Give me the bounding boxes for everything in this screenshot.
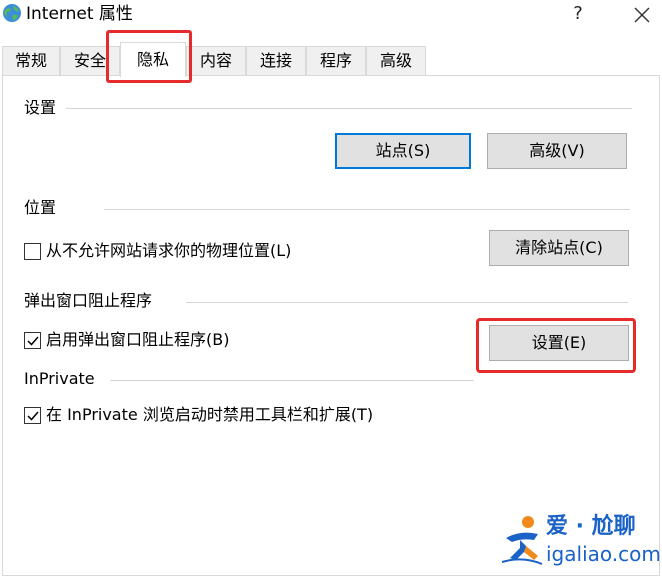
tab-strip: 常规 安全 隐私 内容 连接 程序 高级: [0, 42, 662, 77]
title-bar: Internet 属性 ?: [0, 0, 662, 36]
enable-popup-blocker-checkbox[interactable]: [24, 331, 41, 349]
help-button[interactable]: ?: [566, 2, 590, 26]
close-button[interactable]: [628, 2, 656, 28]
popup-settings-button[interactable]: 设置(E): [489, 325, 629, 361]
never-allow-location-label: 从不允许网站请求你的物理位置(L): [46, 241, 292, 260]
settings-group-divider: [66, 108, 632, 109]
watermark-logo-icon: [501, 516, 543, 565]
popup-group-label: 弹出窗口阻止程序: [24, 291, 153, 310]
internet-globe-icon: [2, 3, 22, 23]
tab-content[interactable]: 内容: [186, 46, 246, 76]
checkmark-icon: [27, 336, 39, 346]
close-icon: [634, 7, 650, 23]
inprivate-group-divider: [110, 380, 474, 381]
window-title: Internet 属性: [26, 4, 133, 24]
checkmark-icon: [27, 411, 39, 421]
tab-privacy[interactable]: 隐私: [120, 42, 186, 77]
settings-group-label: 设置: [24, 98, 57, 117]
watermark-title: 爱 · 尬聊: [546, 514, 636, 539]
sites-button[interactable]: 站点(S): [335, 133, 471, 169]
never-allow-location-row[interactable]: 从不允许网站请求你的物理位置(L): [24, 241, 291, 261]
disable-toolbars-checkbox[interactable]: [24, 406, 41, 424]
enable-popup-blocker-label: 启用弹出窗口阻止程序(B): [46, 330, 230, 349]
location-group-label: 位置: [24, 198, 57, 217]
tab-general[interactable]: 常规: [2, 46, 60, 76]
watermark: 爱 · 尬聊 igaliao.com: [498, 512, 661, 572]
popup-group-divider: [186, 302, 628, 303]
disable-toolbars-row[interactable]: 在 InPrivate 浏览启动时禁用工具栏和扩展(T): [24, 405, 373, 425]
clear-sites-button[interactable]: 清除站点(C): [489, 230, 629, 266]
tab-advanced[interactable]: 高级: [366, 46, 426, 76]
advanced-button[interactable]: 高级(V): [487, 133, 627, 169]
disable-toolbars-label: 在 InPrivate 浏览启动时禁用工具栏和扩展(T): [46, 405, 374, 424]
tab-security[interactable]: 安全: [60, 46, 120, 76]
inprivate-group-label: InPrivate: [24, 369, 95, 388]
tab-connections[interactable]: 连接: [246, 46, 306, 76]
enable-popup-blocker-row[interactable]: 启用弹出窗口阻止程序(B): [24, 330, 229, 350]
never-allow-location-checkbox[interactable]: [24, 242, 41, 260]
tab-programs[interactable]: 程序: [306, 46, 366, 76]
watermark-url: igaliao.com: [546, 542, 661, 566]
location-group-divider: [104, 209, 630, 210]
